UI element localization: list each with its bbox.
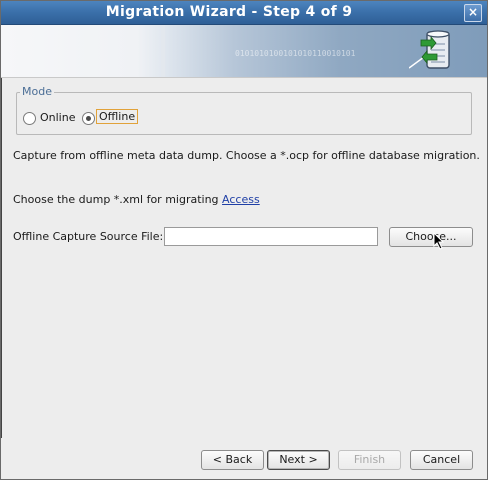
wizard-content: Mode Online Offline Capture from offline… <box>2 78 486 478</box>
title-bar[interactable]: Migration Wizard - Step 4 of 9 × <box>1 1 487 25</box>
cancel-button[interactable]: Cancel <box>410 450 473 470</box>
offline-radio[interactable] <box>82 112 95 125</box>
close-icon[interactable]: × <box>464 4 482 22</box>
source-file-label: Offline Capture Source File: <box>13 230 164 243</box>
next-button[interactable]: Next > <box>267 450 330 470</box>
migration-wizard-window: Migration Wizard - Step 4 of 9 × 0101010… <box>0 0 488 480</box>
dump-prompt-text: Choose the dump *.xml for migrating <box>13 193 223 206</box>
database-icon <box>409 30 450 69</box>
finish-button: Finish <box>338 450 401 470</box>
choose-button[interactable]: Choose... <box>389 227 473 247</box>
access-link[interactable]: Access <box>222 193 260 206</box>
window-title: Migration Wizard - Step 4 of 9 <box>105 4 353 20</box>
source-file-input[interactable] <box>164 227 378 246</box>
offline-radio-label[interactable]: Offline <box>96 109 139 124</box>
online-radio[interactable] <box>23 112 36 125</box>
banner-stripe <box>161 25 165 77</box>
mouse-cursor-icon <box>433 232 445 250</box>
capture-description: Capture from offline meta data dump. Cho… <box>13 149 480 162</box>
wizard-banner: 0101010100101010110010101 <box>1 25 487 78</box>
dump-prompt: Choose the dump *.xml for migrating Acce… <box>13 193 260 206</box>
banner-binary-text: 0101010100101010110010101 <box>235 49 356 58</box>
back-button[interactable]: < Back <box>201 450 264 470</box>
mode-legend: Mode <box>20 85 54 98</box>
online-radio-label[interactable]: Online <box>40 111 75 124</box>
